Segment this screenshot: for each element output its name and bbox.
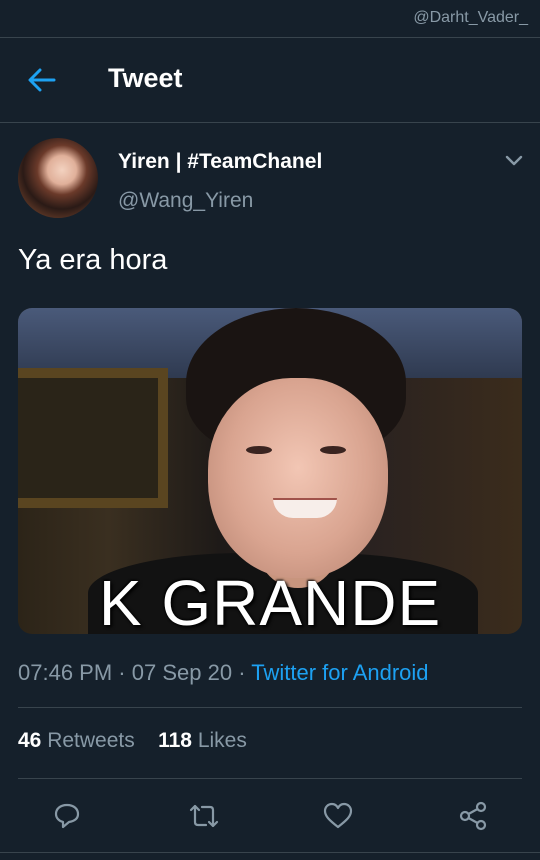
media-eye-right [320,446,346,454]
meta-separator: · [118,660,126,685]
retweets-stat[interactable]: 46 Retweets [18,729,135,752]
avatar[interactable] [18,138,98,218]
arrow-left-icon [28,68,56,92]
user-handle[interactable]: @Wang_Yiren [118,189,253,213]
likes-label: Likes [197,729,247,752]
tweet-meta: 07:46 PM · 07 Sep 20 · Twitter for Andro… [18,660,429,686]
reply-icon [54,803,80,829]
heart-icon [323,802,353,829]
likes-stat[interactable]: 118 Likes [158,729,247,752]
tweet-time: 07:46 PM [18,660,113,685]
watermark: @Darht_Vader_ [413,9,528,26]
bottom-divider [0,852,540,853]
display-name[interactable]: Yiren | #TeamChanel [118,150,322,174]
like-button[interactable] [321,799,355,833]
media-face [208,378,388,578]
reply-button[interactable] [50,799,84,833]
tweet-source-link[interactable]: Twitter for Android [251,660,428,685]
watermark-bar: @Darht_Vader_ [0,0,540,38]
chevron-down-icon [505,155,523,166]
retweets-label: Retweets [47,729,135,752]
back-button[interactable] [22,64,62,96]
retweet-icon [189,804,219,828]
media-caption: K GRANDE [98,567,442,634]
page-title: Tweet [108,63,183,93]
share-icon [459,801,487,831]
tweet-actions [0,795,540,835]
header: Tweet [0,38,540,123]
media-picture-frame [18,368,168,508]
divider [18,778,522,779]
media-smile [273,498,337,518]
tweet-stats: 46 Retweets 118 Likes [18,729,247,753]
tweet-text: Ya era hora [18,244,168,276]
tweet-media[interactable]: K GRANDE [18,308,522,634]
meta-separator: · [238,660,246,685]
media-eye-left [246,446,272,454]
likes-count: 118 [158,729,192,752]
retweets-count: 46 [18,729,42,752]
more-options-button[interactable] [502,150,526,172]
retweet-button[interactable] [187,799,221,833]
share-button[interactable] [456,799,490,833]
divider [18,707,522,708]
tweet-date: 07 Sep 20 [131,660,233,685]
